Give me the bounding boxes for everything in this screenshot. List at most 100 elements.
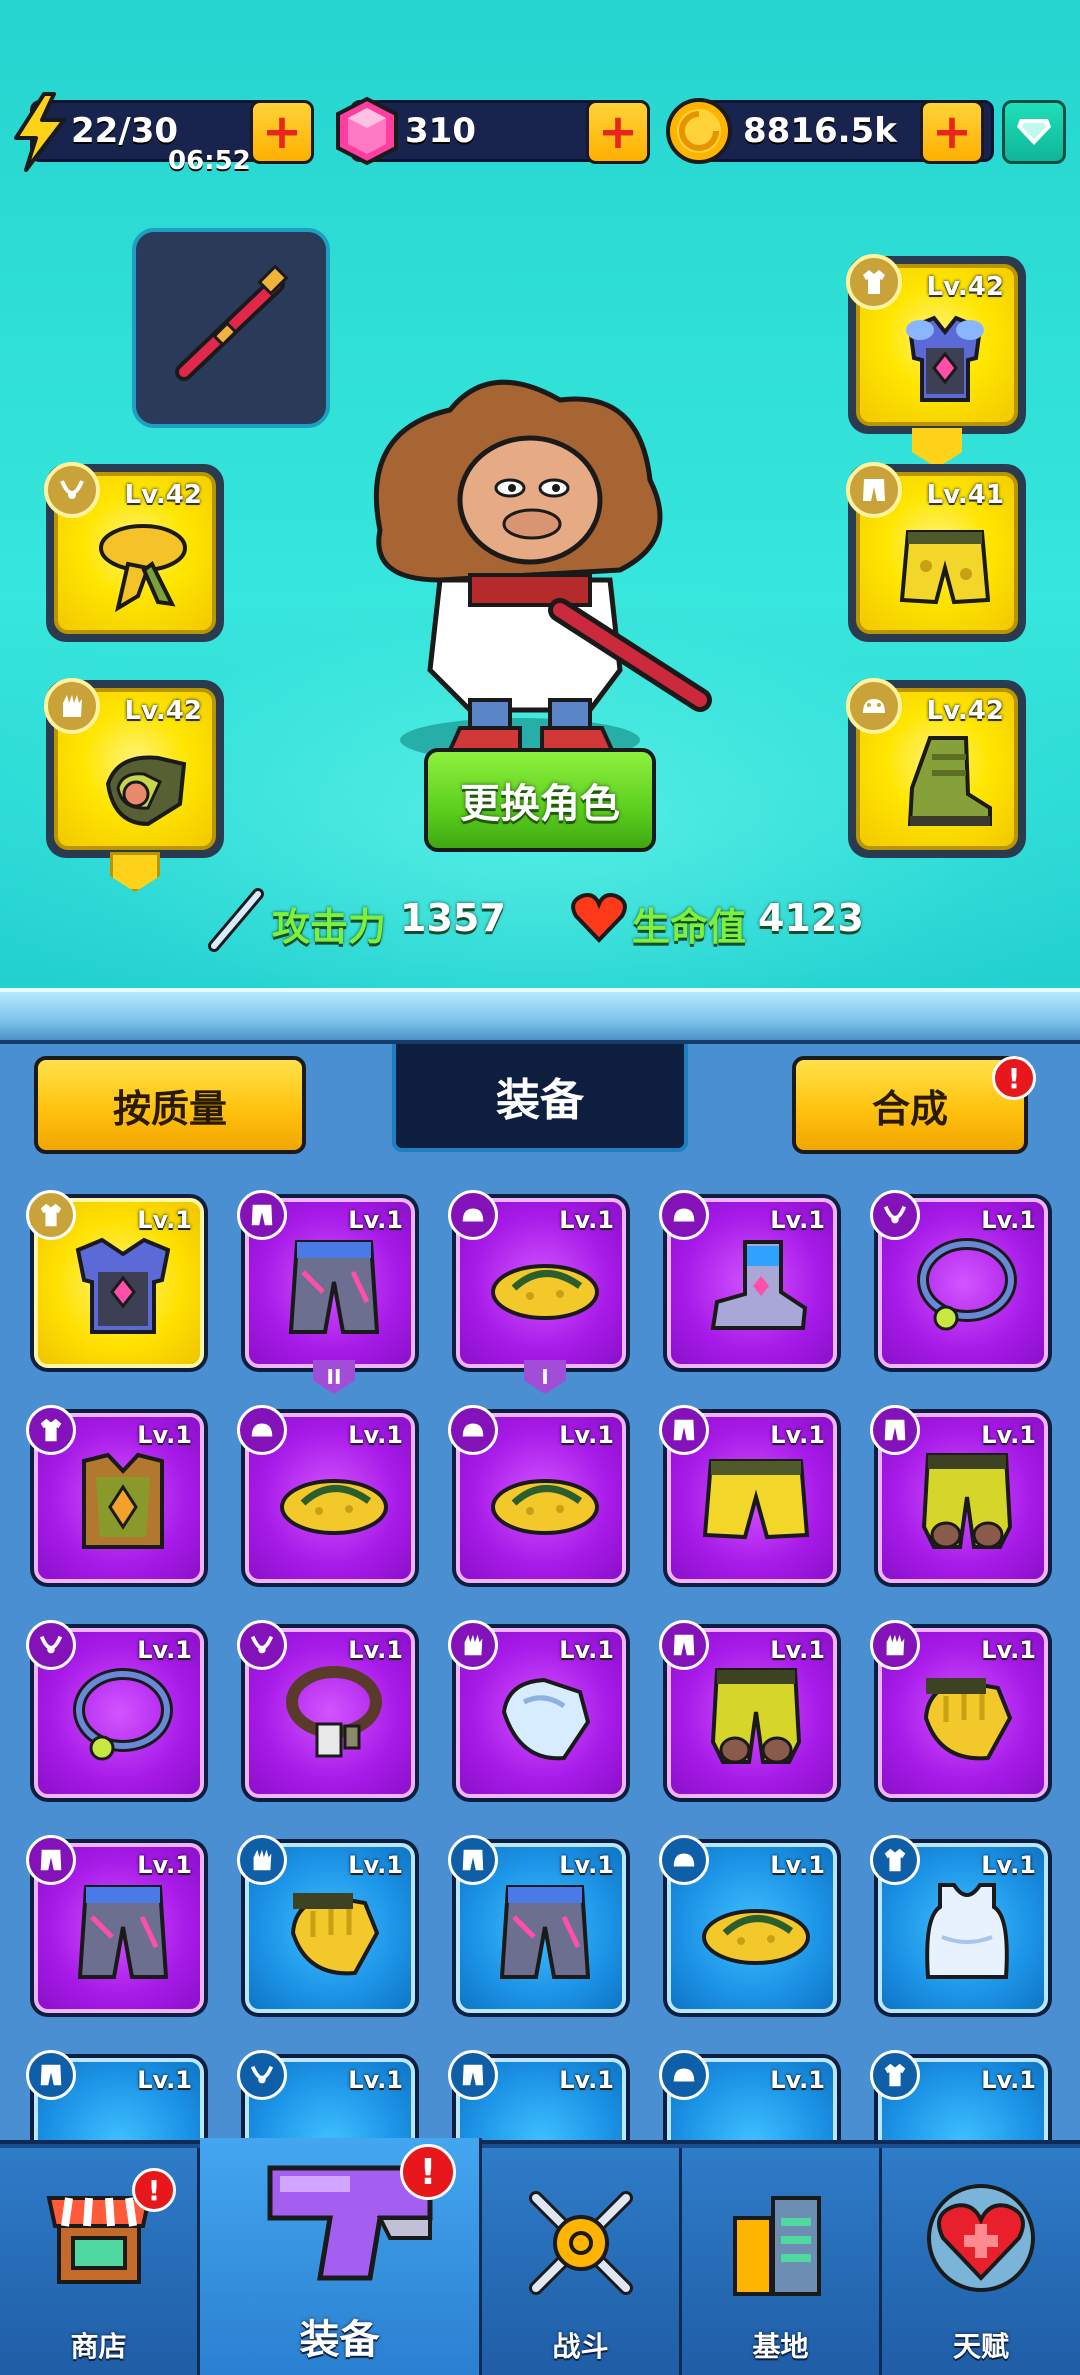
add-coins-button[interactable]: + <box>920 100 984 164</box>
inventory-item-boots[interactable]: Lv.1 <box>448 1405 630 1587</box>
item-frame: Lv.1 <box>870 1835 1048 2013</box>
inventory-item-pants[interactable]: Lv.1 II <box>237 1190 419 1394</box>
staff-icon <box>175 264 289 381</box>
premium-shop-button[interactable] <box>1002 100 1066 164</box>
lightning-icon <box>14 92 66 172</box>
item-level: Lv.1 <box>348 1851 403 1879</box>
add-energy-button[interactable]: + <box>250 100 314 164</box>
item-level: Lv.1 <box>559 2066 614 2094</box>
pants-armor-icon <box>499 1885 591 1979</box>
item-frame: Lv.1 <box>659 1620 837 1798</box>
item-level: Lv.1 <box>559 1206 614 1234</box>
inventory-item-boots[interactable]: Lv.1 <box>659 1835 841 2017</box>
vest-icon <box>82 1452 164 1549</box>
rank-tag: I <box>524 1360 566 1394</box>
boot-tech-icon <box>710 1240 808 1330</box>
inventory-item-pants[interactable]: Lv.1 <box>870 1405 1052 1587</box>
rank-tag <box>912 428 962 468</box>
nav-shop[interactable]: 商店 ! <box>0 2148 200 2375</box>
add-gems-button[interactable]: + <box>586 100 650 164</box>
inventory-item-boots[interactable]: Lv.1 I <box>448 1190 630 1394</box>
hero-stats: 攻击力 1357 生命值 4123 <box>0 886 1080 956</box>
item-level: Lv.1 <box>981 1851 1036 1879</box>
item-frame: Lv.1 <box>870 1620 1048 1798</box>
inventory-item-necklace[interactable]: Lv.1 <box>26 1620 208 1802</box>
item-level: Lv.1 <box>981 1206 1036 1234</box>
inventory-item-armor[interactable]: Lv.1 <box>26 1190 208 1372</box>
item-level: Lv.1 <box>559 1421 614 1449</box>
sandal-icon <box>491 1479 599 1535</box>
inventory-item-pants[interactable]: Lv.1 <box>26 1835 208 2017</box>
crossed-swords-icon <box>528 2191 633 2295</box>
item-level: Lv.1 <box>137 1636 192 1664</box>
nav-equipment[interactable]: 装备 ! <box>200 2138 482 2375</box>
inventory-item-pants[interactable]: Lv.1 <box>448 1835 630 2017</box>
gems-value: 310 <box>405 111 476 151</box>
item-level: Lv.1 <box>348 1206 403 1234</box>
item-frame: Lv.1 <box>659 1405 837 1583</box>
heart-shield-icon <box>927 2184 1035 2292</box>
item-level: Lv.1 <box>981 1421 1036 1449</box>
change-character-button[interactable]: 更换角色 <box>424 748 656 852</box>
pants-type-icon <box>846 462 902 518</box>
equipped-boots-slot[interactable]: Lv.42 <box>846 678 1026 858</box>
nav-base[interactable]: 基地 <box>682 2148 882 2375</box>
item-frame: Lv.1 <box>237 1190 415 1368</box>
item-level: Lv.1 <box>137 1421 192 1449</box>
item-level: Lv.1 <box>770 1421 825 1449</box>
inventory-item-boots[interactable]: Lv.1 <box>237 1405 419 1587</box>
pants-armor-icon <box>77 1885 169 1979</box>
equipped-pants-slot[interactable]: Lv.41 <box>846 462 1026 642</box>
item-level: Lv.1 <box>770 1636 825 1664</box>
glove-yellow-icon <box>290 1893 380 1976</box>
boot-icon <box>907 736 992 826</box>
nav-battle-label: 战斗 <box>552 2330 609 2363</box>
item-level: Lv.1 <box>770 1851 825 1879</box>
weapon-slot[interactable] <box>132 228 330 428</box>
item-frame: Lv.1 <box>26 1835 204 2013</box>
inventory-item-boots[interactable]: Lv.1 <box>659 1190 841 1372</box>
inventory-item-gloves[interactable]: Lv.1 <box>448 1620 630 1802</box>
monkey-hero <box>373 379 712 762</box>
nav-talent[interactable]: 天赋 <box>882 2148 1080 2375</box>
necklace-type-icon <box>44 462 100 518</box>
inventory-item-armor[interactable]: Lv.1 <box>870 1835 1052 2017</box>
inventory-item-gloves[interactable]: Lv.1 <box>870 1620 1052 1802</box>
boots-type-icon <box>846 678 902 734</box>
inventory-item-pants[interactable]: Lv.1 <box>659 1405 841 1587</box>
nav-battle[interactable]: 战斗 <box>482 2148 682 2375</box>
item-level: Lv.1 <box>559 1636 614 1664</box>
inventory-item-necklace[interactable]: Lv.1 <box>870 1190 1052 1372</box>
slot-level: Lv.42 <box>124 480 202 510</box>
attack-value: 1357 <box>400 896 506 940</box>
sort-by-quality-button[interactable]: 按质量 <box>34 1056 306 1154</box>
inventory-item-necklace[interactable]: Lv.1 <box>237 1620 419 1802</box>
glove-white-icon <box>501 1677 591 1761</box>
energy-value: 22/30 <box>71 111 179 151</box>
equipped-gloves-slot[interactable]: Lv.42 <box>44 678 224 892</box>
item-frame: Lv.1 <box>448 1835 626 2013</box>
gem-icon <box>336 96 398 166</box>
equipped-armor-slot[interactable]: Lv.42 <box>846 254 1026 468</box>
tag-necklace-icon <box>286 1666 382 1758</box>
item-frame: Lv.1 <box>448 1405 626 1583</box>
inventory-item-gloves[interactable]: Lv.1 <box>237 1835 419 2017</box>
item-frame: Lv.1 <box>870 1190 1048 1368</box>
bottom-nav: 商店 ! 装备 ! 战斗 基地 天赋 <box>0 2138 1080 2375</box>
tab-equipment[interactable]: 装备 <box>392 1044 688 1152</box>
camo-pants-icon <box>921 1453 1013 1549</box>
sandal-icon <box>280 1479 388 1535</box>
item-frame: Lv.1 <box>26 1405 204 1583</box>
item-level: Lv.1 <box>981 1636 1036 1664</box>
item-level: Lv.1 <box>770 1206 825 1234</box>
rank-tag: II <box>313 1360 355 1394</box>
item-level: Lv.1 <box>981 2066 1036 2094</box>
hero-scene: 22/30 06:52 + 310 + 8816.5k + Lv.42 Lv.4… <box>0 0 1080 1000</box>
diamond-icon <box>1017 119 1051 145</box>
equipped-necklace-slot[interactable]: Lv.42 <box>44 462 224 642</box>
merge-button-label: 合成 <box>871 1086 948 1131</box>
inventory-item-armor[interactable]: Lv.1 <box>26 1405 208 1587</box>
tank-top-icon <box>925 1883 1009 1979</box>
inventory-item-pants[interactable]: Lv.1 <box>659 1620 841 1802</box>
item-frame: Lv.1 <box>448 1620 626 1798</box>
